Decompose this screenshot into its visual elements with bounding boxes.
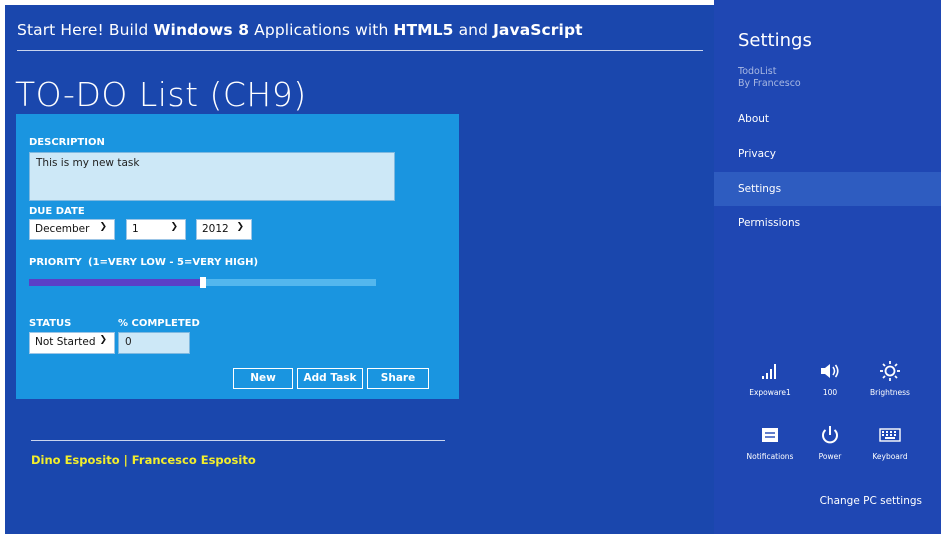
description-field[interactable]: This is my new task [29, 152, 395, 201]
chevron-down-icon: ❯ [170, 222, 178, 232]
book-banner: Start Here! Build Windows 8 Applications… [17, 21, 583, 39]
task-form: DESCRIPTION This is my new task DUE DATE… [16, 114, 459, 399]
priority-slider[interactable] [29, 277, 376, 288]
priority-slider-thumb[interactable] [200, 277, 206, 288]
footer-divider [31, 440, 445, 441]
chevron-down-icon: ❯ [99, 335, 107, 345]
brightness-tile[interactable]: Brightness [862, 358, 918, 397]
power-icon [802, 422, 858, 448]
settings-title: Settings [738, 30, 812, 51]
change-pc-settings-link[interactable]: Change PC settings [820, 495, 922, 507]
percent-completed-field[interactable]: 0 [118, 332, 190, 354]
status-label: STATUS [29, 318, 72, 329]
completed-label: % COMPLETED [118, 318, 200, 329]
description-label: DESCRIPTION [29, 137, 105, 148]
status-select[interactable]: Not Started ❯ [29, 332, 115, 354]
notifications-icon [742, 422, 798, 448]
power-tile[interactable]: Power [802, 422, 858, 461]
settings-item-privacy[interactable]: Privacy [714, 137, 941, 171]
page-title: TO-DO List (CH9) [15, 75, 307, 114]
share-button[interactable]: Share [367, 368, 429, 389]
chevron-down-icon: ❯ [236, 222, 244, 232]
keyboard-tile[interactable]: Keyboard [862, 422, 918, 461]
new-button[interactable]: New [233, 368, 293, 389]
keyboard-icon [862, 422, 918, 448]
settings-pane: Settings TodoList By Francesco About Pri… [714, 0, 941, 534]
app-window: Start Here! Build Windows 8 Applications… [5, 5, 714, 534]
notifications-tile[interactable]: Notifications [742, 422, 798, 461]
priority-slider-fill [29, 279, 203, 286]
volume-tile[interactable]: 100 [802, 358, 858, 397]
day-select[interactable]: 1 ❯ [126, 219, 186, 240]
settings-item-about[interactable]: About [714, 102, 941, 136]
volume-icon [802, 358, 858, 384]
priority-hint: (1=VERY LOW - 5=VERY HIGH) [88, 257, 259, 268]
brightness-icon [862, 358, 918, 384]
settings-item-settings[interactable]: Settings [714, 172, 941, 206]
year-select[interactable]: 2012 ❯ [196, 219, 252, 240]
app-info: TodoList By Francesco [738, 66, 801, 89]
chevron-down-icon: ❯ [99, 222, 107, 232]
banner-divider [17, 50, 703, 51]
month-select[interactable]: December ❯ [29, 219, 115, 240]
authors-footer: Dino Esposito | Francesco Esposito [31, 453, 256, 467]
settings-item-permissions[interactable]: Permissions [714, 206, 941, 240]
network-icon [742, 358, 798, 384]
priority-label: PRIORITY [29, 257, 82, 268]
network-tile[interactable]: Expoware1 [742, 358, 798, 397]
add-task-button[interactable]: Add Task [297, 368, 363, 389]
due-date-label: DUE DATE [29, 206, 85, 217]
